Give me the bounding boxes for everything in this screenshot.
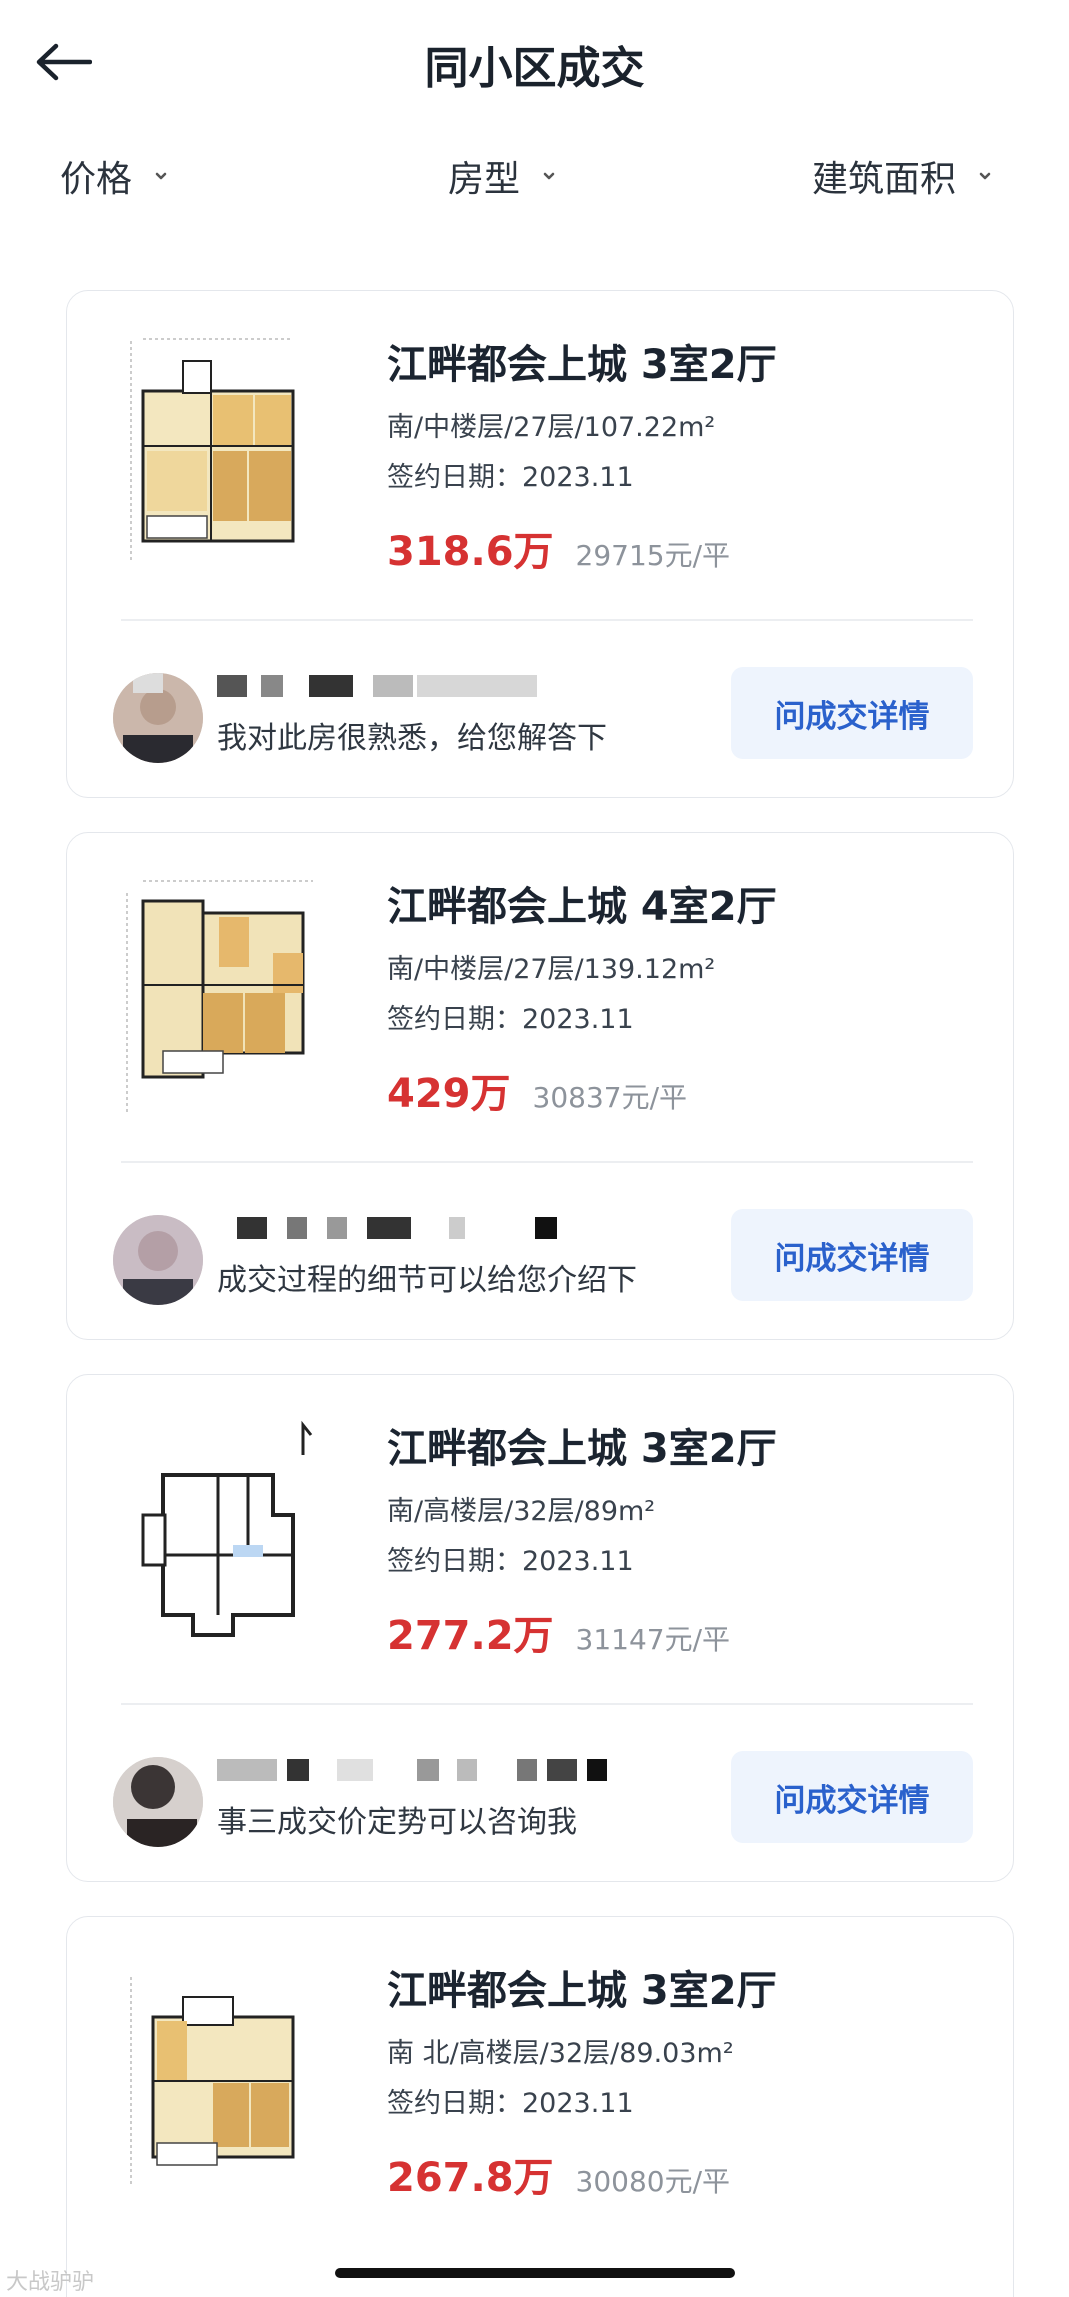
chevron-down-icon (979, 172, 991, 180)
app-header: 同小区成交 (0, 0, 1069, 124)
agent-message: 成交过程的细节可以给您介绍下 (217, 1263, 637, 1298)
listing-card[interactable]: 江畔都会上城 3室2厅 南 北/高楼层/32层/89.03m² 签约日期：202… (66, 1916, 1014, 2297)
unit-price: 30837元/平 (532, 1081, 688, 1114)
listing-date: 签约日期：2023.11 (387, 2088, 634, 2119)
total-price: 267.8万 (387, 2155, 554, 2201)
total-price: 277.2万 (387, 1613, 554, 1659)
unit-price: 30080元/平 (575, 2165, 731, 2198)
filter-price[interactable]: 价格 (60, 150, 172, 202)
watermark: 大战驴驴 (6, 2270, 95, 2295)
price-row: 318.6万 29715元/平 (387, 519, 987, 577)
floor-plan-image (123, 1957, 313, 2197)
filter-label: 价格 (60, 159, 133, 200)
floor-plan-image (123, 873, 313, 1113)
floor-plan-image (123, 1415, 313, 1655)
listing-date: 签约日期：2023.11 (387, 1546, 634, 1577)
agent-name-redacted (217, 675, 597, 709)
listing-info: 江畔都会上城 3室2厅 南/高楼层/32层/89m² 签约日期：2023.11 … (387, 1423, 987, 1661)
listing-title: 江畔都会上城 3室2厅 (387, 342, 777, 388)
ask-deal-details-button[interactable]: 问成交详情 (731, 1209, 973, 1301)
filter-layout[interactable]: 房型 (448, 150, 560, 202)
listing-spec: 南 北/高楼层/32层/89.03m² (387, 2038, 734, 2069)
chevron-down-icon (155, 172, 167, 180)
listing-card[interactable]: 江畔都会上城 3室2厅 南/中楼层/27层/107.22m² 签约日期：2023… (66, 290, 1014, 798)
divider (121, 619, 973, 621)
ask-deal-details-button[interactable]: 问成交详情 (731, 667, 973, 759)
agent-row[interactable]: 事三成交价定势可以咨询我 (113, 1751, 713, 1851)
ask-deal-details-button[interactable]: 问成交详情 (731, 1751, 973, 1843)
agent-avatar (113, 1215, 203, 1305)
listing-card[interactable]: 江畔都会上城 3室2厅 南/高楼层/32层/89m² 签约日期：2023.11 … (66, 1374, 1014, 1882)
listing-info: 江畔都会上城 4室2厅 南/中楼层/27层/139.12m² 签约日期：2023… (387, 881, 987, 1119)
listing-info: 江畔都会上城 3室2厅 南/中楼层/27层/107.22m² 签约日期：2023… (387, 339, 987, 577)
divider (121, 1703, 973, 1705)
divider (121, 1161, 973, 1163)
agent-row[interactable]: 成交过程的细节可以给您介绍下 (113, 1209, 713, 1309)
agent-message: 事三成交价定势可以咨询我 (217, 1805, 577, 1840)
filter-label: 房型 (448, 159, 521, 200)
agent-name-redacted (217, 1759, 607, 1793)
page-title: 同小区成交 (424, 43, 645, 94)
filter-bar: 价格 房型 建筑面积 (0, 150, 1069, 210)
listing-spec: 南/中楼层/27层/139.12m² (387, 954, 716, 985)
unit-price: 29715元/平 (575, 539, 731, 572)
chevron-down-icon (543, 172, 555, 180)
listing-title: 江畔都会上城 3室2厅 (387, 1968, 777, 2014)
price-row: 429万 30837元/平 (387, 1061, 987, 1119)
agent-avatar (113, 673, 203, 763)
filter-area[interactable]: 建筑面积 (812, 150, 996, 202)
agent-row[interactable]: 我对此房很熟悉，给您解答下 (113, 667, 713, 767)
total-price: 429万 (387, 1071, 511, 1117)
price-row: 277.2万 31147元/平 (387, 1603, 987, 1661)
price-row: 267.8万 30080元/平 (387, 2145, 987, 2203)
agent-message: 我对此房很熟悉，给您解答下 (217, 721, 607, 756)
listing-info: 江畔都会上城 3室2厅 南 北/高楼层/32层/89.03m² 签约日期：202… (387, 1965, 987, 2203)
filter-label: 建筑面积 (812, 159, 957, 200)
total-price: 318.6万 (387, 529, 554, 575)
listing-card[interactable]: 江畔都会上城 4室2厅 南/中楼层/27层/139.12m² 签约日期：2023… (66, 832, 1014, 1340)
listing-date: 签约日期：2023.11 (387, 462, 634, 493)
agent-avatar (113, 1757, 203, 1847)
home-indicator[interactable] (335, 2268, 735, 2278)
listing-date: 签约日期：2023.11 (387, 1004, 634, 1035)
floor-plan-image (123, 331, 313, 571)
listing-title: 江畔都会上城 4室2厅 (387, 884, 777, 930)
listing-title: 江畔都会上城 3室2厅 (387, 1426, 777, 1472)
agent-name-redacted (217, 1217, 597, 1251)
unit-price: 31147元/平 (575, 1623, 731, 1656)
listing-spec: 南/高楼层/32层/89m² (387, 1496, 656, 1527)
listing-spec: 南/中楼层/27层/107.22m² (387, 412, 716, 443)
